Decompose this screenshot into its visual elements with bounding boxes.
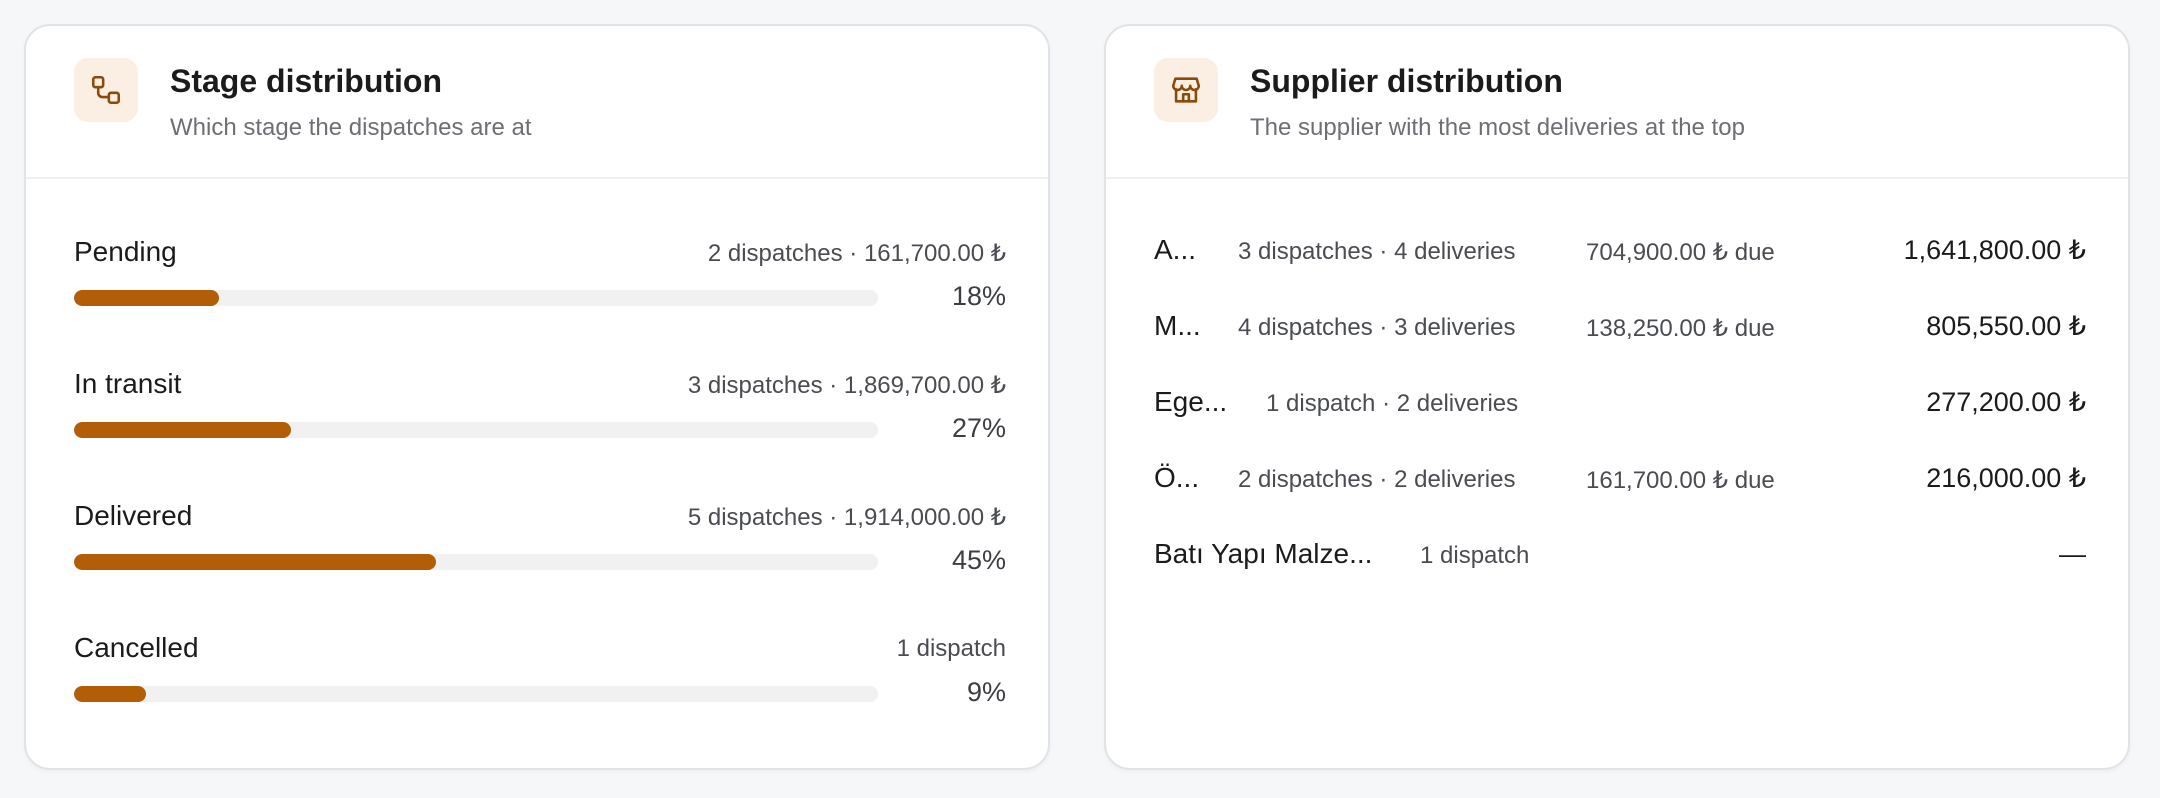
supplier-distribution-card: Supplier distribution The supplier with … — [1104, 24, 2130, 770]
stage-percent: 45% — [951, 545, 1006, 575]
stage-row-pending: Pending 2 dispatches · 161,700.00 ₺ 18% — [74, 236, 1006, 356]
supplier-counts: 2 dispatches · 2 deliveries — [1238, 466, 1516, 493]
supplier-amount: 216,000.00 ₺ — [1926, 463, 2086, 493]
stage-card-title: Stage distribution — [170, 63, 442, 99]
stage-progress-track — [74, 686, 878, 702]
stage-label: Cancelled — [74, 632, 199, 663]
supplier-card-subtitle: The supplier with the most deliveries at… — [1250, 114, 1745, 141]
supplier-amount: 1,641,800.00 ₺ — [1903, 235, 2086, 265]
supplier-name: Ö... — [1154, 462, 1200, 493]
supplier-counts: 3 dispatches · 4 deliveries — [1238, 238, 1516, 265]
stage-progress-track — [74, 290, 878, 306]
supplier-card-header: Supplier distribution The supplier with … — [1106, 26, 2128, 179]
stage-progress-fill — [74, 554, 436, 570]
stage-row-in-transit: In transit 3 dispatches · 1,869,700.00 ₺… — [74, 368, 1006, 488]
stage-progress-fill — [74, 290, 219, 306]
stage-card-header: Stage distribution Which stage the dispa… — [26, 26, 1048, 179]
supplier-counts: 1 dispatch — [1420, 542, 1530, 569]
supplier-name: M... — [1154, 310, 1201, 341]
supplier-amount: — — [2059, 539, 2086, 569]
workflow-icon — [74, 58, 138, 122]
stage-card-subtitle: Which stage the dispatches are at — [170, 114, 532, 141]
stage-label: In transit — [74, 368, 182, 399]
supplier-name: Ege... — [1154, 386, 1228, 417]
stage-progress-track — [74, 422, 878, 438]
stage-progress-fill — [74, 422, 292, 438]
stage-label: Delivered — [74, 500, 193, 531]
stage-meta: 1 dispatch — [896, 635, 1006, 662]
stage-row-cancelled: Cancelled 1 dispatch 9% — [74, 632, 1006, 752]
stage-percent: 9% — [966, 677, 1006, 707]
supplier-counts: 4 dispatches · 3 deliveries — [1238, 314, 1516, 341]
stage-distribution-card: Stage distribution Which stage the dispa… — [24, 24, 1050, 770]
supplier-due: 161,700.00 ₺ due — [1586, 467, 1775, 494]
stage-meta: 2 dispatches · 161,700.00 ₺ — [707, 240, 1006, 267]
supplier-counts: 1 dispatch · 2 deliveries — [1266, 390, 1519, 417]
store-icon — [1154, 58, 1218, 122]
supplier-row[interactable]: Ö... 2 dispatches · 2 deliveries 161,700… — [1154, 462, 2086, 504]
stage-row-delivered: Delivered 5 dispatches · 1,914,000.00 ₺ … — [74, 500, 1006, 620]
supplier-due: 138,250.00 ₺ due — [1586, 315, 1775, 342]
stage-percent: 27% — [951, 413, 1006, 443]
supplier-card-title: Supplier distribution — [1250, 63, 1563, 99]
supplier-due: 704,900.00 ₺ due — [1586, 239, 1775, 266]
stage-progress-track — [74, 554, 878, 570]
supplier-row[interactable]: M... 4 dispatches · 3 deliveries 138,250… — [1154, 310, 2086, 352]
supplier-name: Batı Yapı Malze... — [1154, 538, 1373, 569]
supplier-row[interactable]: A... 3 dispatches · 4 deliveries 704,900… — [1154, 234, 2086, 276]
stage-progress-fill — [74, 686, 147, 702]
stage-percent: 18% — [951, 281, 1006, 311]
supplier-row[interactable]: Batı Yapı Malze... 1 dispatch — — [1154, 538, 2086, 580]
supplier-row[interactable]: Ege... 1 dispatch · 2 deliveries 277,200… — [1154, 386, 2086, 428]
stage-meta: 3 dispatches · 1,869,700.00 ₺ — [687, 372, 1006, 399]
stage-label: Pending — [74, 236, 177, 267]
supplier-amount: 277,200.00 ₺ — [1926, 387, 2086, 417]
stage-meta: 5 dispatches · 1,914,000.00 ₺ — [687, 504, 1006, 531]
supplier-amount: 805,550.00 ₺ — [1926, 311, 2086, 341]
supplier-name: A... — [1154, 234, 1197, 265]
